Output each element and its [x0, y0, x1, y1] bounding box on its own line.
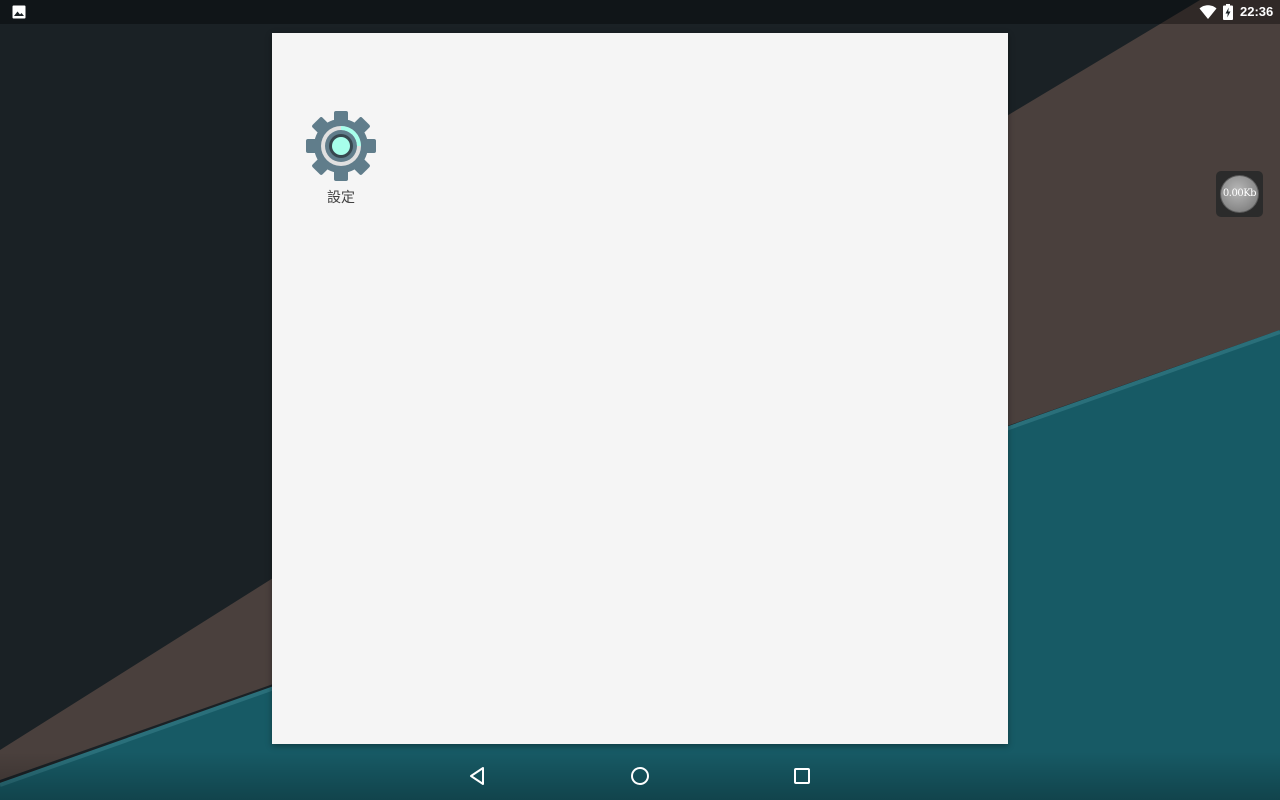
app-settings[interactable]: 設定 [302, 107, 380, 213]
recents-icon [794, 768, 810, 784]
network-speed-widget[interactable]: 0.00Kb [1216, 171, 1263, 217]
back-button[interactable] [448, 752, 508, 800]
home-icon [631, 767, 649, 785]
navigation-bar [0, 752, 1280, 800]
network-speed-value: 0.00Kb [1222, 188, 1257, 199]
back-icon [470, 767, 484, 785]
android-home-screen: 22:36 設定 0.00Kb [0, 0, 1280, 800]
settings-gear-icon [306, 111, 376, 181]
app-settings-label: 設定 [327, 190, 355, 206]
home-button[interactable] [610, 752, 670, 800]
image-notification-icon [12, 5, 26, 19]
battery-charging-icon [1223, 4, 1233, 20]
wifi-icon [1199, 5, 1217, 19]
app-launcher-panel: 設定 [272, 33, 1008, 744]
status-bar: 22:36 [0, 0, 1280, 24]
status-clock: 22:36 [1240, 4, 1274, 19]
recents-button[interactable] [772, 752, 832, 800]
